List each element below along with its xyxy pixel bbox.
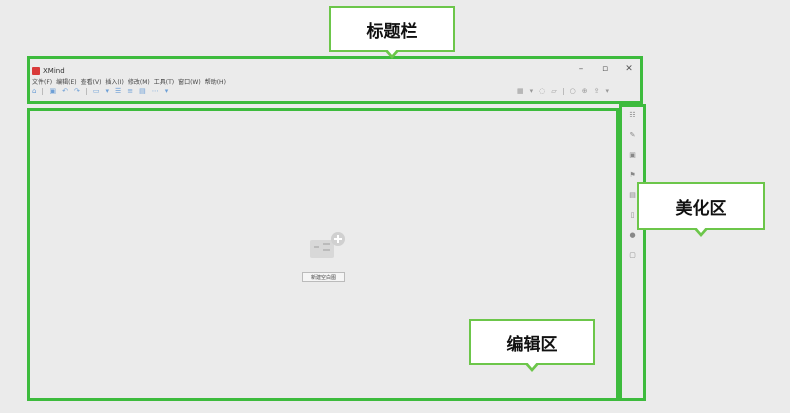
callout-tail [524,361,540,372]
beauty-area-frame [619,104,646,401]
title-bar-callout-label: 标题栏 [366,21,418,42]
beauty-area-callout-label: 美化区 [675,198,727,219]
beauty-area-callout: 美化区 [637,182,765,237]
editor-area-callout-label: 编辑区 [506,334,558,355]
callout-tail [384,48,400,59]
callout-tail [693,226,709,237]
editor-area-callout: 编辑区 [469,319,595,372]
title-bar-callout: 标题栏 [329,6,455,59]
title-bar-frame [27,56,643,104]
